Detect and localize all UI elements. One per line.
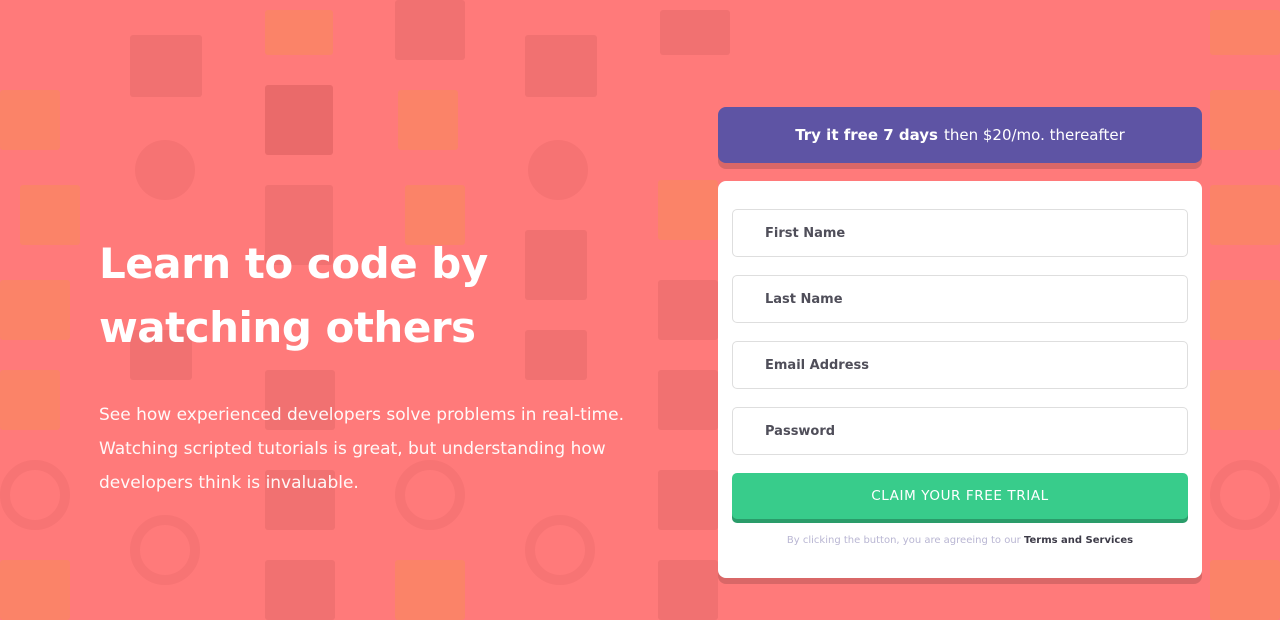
headset-icon <box>398 90 458 150</box>
headset-icon <box>1210 90 1280 150</box>
globe-icon <box>0 460 70 530</box>
signup-form: CLAIM YOUR FREE TRIAL By clicking the bu… <box>718 181 1202 578</box>
first-name-field[interactable] <box>765 225 1187 241</box>
browser-window-icon <box>658 560 718 620</box>
documents-icon <box>1210 185 1280 245</box>
rocket-icon <box>1210 370 1280 430</box>
email-field[interactable] <box>765 357 1187 373</box>
offer-highlight: Try it free 7 days <box>795 126 938 144</box>
documents-icon <box>658 180 718 240</box>
list-window-icon <box>658 470 718 530</box>
password-field-wrapper <box>732 407 1188 455</box>
calendar-icon <box>0 560 70 620</box>
hero-section: Learn to code by watching others See how… <box>99 232 659 500</box>
hero-title: Learn to code by watching others <box>99 239 488 352</box>
browser-window-icon <box>130 35 202 97</box>
bar-chart-icon <box>0 280 70 340</box>
hero-description: See how experienced developers solve pro… <box>99 405 624 493</box>
lifebuoy-icon <box>130 515 200 585</box>
bar-chart-icon <box>1210 280 1280 340</box>
last-name-field[interactable] <box>765 291 1187 307</box>
terms-notice: By clicking the button, you are agreeing… <box>732 535 1188 546</box>
terms-and-services-link[interactable]: Terms and Services <box>1024 535 1133 546</box>
password-field[interactable] <box>765 423 1187 439</box>
lifebuoy-icon <box>525 515 595 585</box>
network-icon <box>528 140 588 200</box>
free-trial-banner: Try it free 7 days then $20/mo. thereaft… <box>718 107 1202 163</box>
browser-window-icon <box>525 35 597 97</box>
network-icon <box>135 140 195 200</box>
last-name-field-wrapper <box>732 275 1188 323</box>
offer-price: then $20/mo. thereafter <box>943 126 1125 144</box>
calendar-icon <box>395 560 465 620</box>
bar-chart-icon <box>660 10 730 55</box>
rocket-icon <box>0 370 60 430</box>
browser-window-icon <box>265 560 335 620</box>
magnifier-icon <box>658 370 718 430</box>
magnet-icon <box>1210 10 1280 55</box>
magnet-icon <box>395 0 465 60</box>
bar-chart-icon <box>265 10 333 55</box>
headset-icon <box>0 90 60 150</box>
globe-icon <box>1210 460 1280 530</box>
email-field-wrapper <box>732 341 1188 389</box>
claim-free-trial-button[interactable]: CLAIM YOUR FREE TRIAL <box>732 473 1188 519</box>
thumbs-up-icon <box>20 185 80 245</box>
first-name-field-wrapper <box>732 209 1188 257</box>
toolbox-icon <box>265 85 333 155</box>
calendar-icon <box>1210 560 1280 620</box>
gear-icon <box>658 280 718 340</box>
terms-prefix: By clicking the button, you are agreeing… <box>786 535 1021 546</box>
